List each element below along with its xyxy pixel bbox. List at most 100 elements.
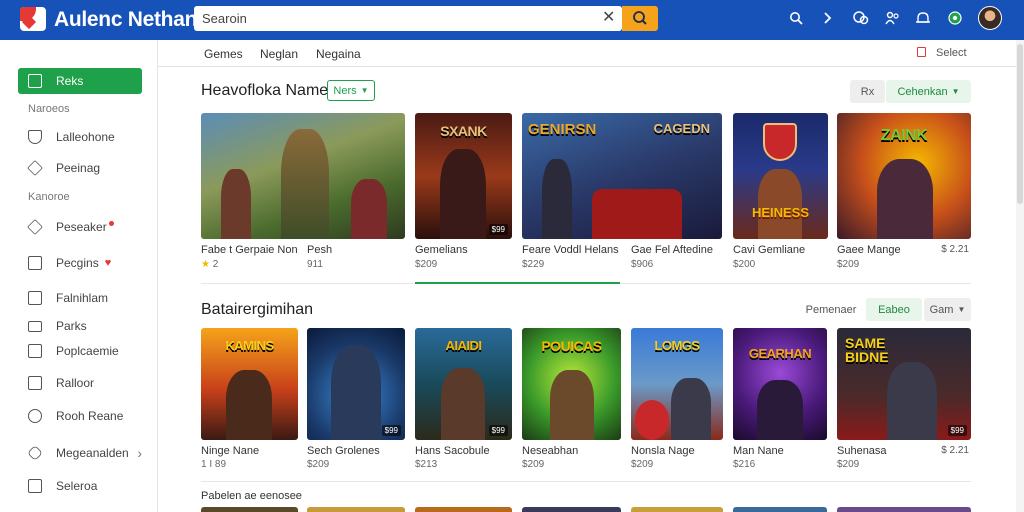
square-icon (28, 479, 42, 493)
game-price: $216 (733, 459, 756, 470)
game-card[interactable]: POUICAS Neseabhan $209 (522, 328, 621, 473)
game-cover-image[interactable]: $99 (307, 328, 405, 440)
game-card[interactable]: GEARHAN Man Nane $216 (733, 328, 827, 473)
filter-button-active[interactable]: Eabeo (866, 298, 922, 321)
game-title[interactable]: Gaee Mange (837, 244, 901, 256)
app-logo[interactable] (20, 7, 46, 31)
game-title[interactable]: Nonsla Nage (631, 445, 695, 457)
game-cover-image[interactable]: KAMINS (201, 328, 298, 440)
game-title[interactable]: Cavi Gemliane (733, 244, 805, 256)
game-title[interactable]: Sech Grolenes (307, 445, 380, 457)
search-button[interactable] (622, 6, 658, 31)
sort-label[interactable]: Pemenaer (800, 298, 862, 321)
sidebar-item-parks[interactable]: Parks (18, 313, 87, 339)
search-icon[interactable] (789, 11, 803, 25)
game-card[interactable]: AIAIDI $99 Hans Sacobule $213 (415, 328, 512, 473)
close-icon[interactable]: ✕ (602, 8, 615, 28)
game-card[interactable]: SXANK $99 Gemelians $209 (415, 113, 512, 273)
category-label: Cehenkan (897, 85, 948, 98)
sidebar-item-label: Peeinag (56, 161, 101, 175)
game-cover-image[interactable]: LOMGS (631, 328, 723, 440)
select-link[interactable]: Select (936, 47, 967, 59)
chevron-right-icon[interactable] (822, 11, 834, 25)
game-title[interactable]: Pesh (307, 244, 332, 256)
sidebar-item-label: Poplcaemie (56, 344, 119, 358)
game-cover-image[interactable]: ZAINK (837, 113, 971, 239)
game-card[interactable]: Pesh 911 (307, 113, 407, 273)
sidebar-item-rooh-reane[interactable]: Rooh Reane (18, 403, 123, 429)
game-cover-image[interactable]: AIAIDI $99 (415, 328, 512, 440)
game-cover-image[interactable] (201, 507, 298, 512)
game-price: $209 (631, 459, 654, 470)
game-cover-image[interactable]: SXANK $99 (415, 113, 512, 239)
filter-dropdown[interactable]: Gam ▼ (924, 298, 971, 321)
people-icon[interactable] (885, 11, 901, 25)
game-title[interactable]: Feare Voddl Helans (522, 244, 619, 256)
search-input[interactable] (202, 9, 592, 28)
box-icon (28, 376, 42, 390)
sidebar-item-ralloor[interactable]: Ralloor (18, 370, 94, 396)
tab-neglan[interactable]: Neglan (260, 47, 298, 61)
section-title: Batairergimihan (201, 301, 314, 318)
search-icon (633, 11, 647, 25)
game-cover-image[interactable] (307, 507, 405, 512)
game-cover-image[interactable]: POUICAS (522, 328, 621, 440)
pencil-icon (27, 160, 43, 176)
game-price: $209 (522, 459, 545, 470)
sidebar-item-peeinag[interactable]: Peeinag (18, 155, 100, 181)
link-icon (27, 445, 43, 461)
game-card[interactable]: ZAINK Gaee Mange $ 2.21 $209 (837, 113, 971, 273)
carousel-indicator (415, 282, 620, 284)
tab-negaina[interactable]: Negaina (316, 47, 361, 61)
app-title[interactable]: Aulenc Nethan (54, 8, 197, 32)
avatar[interactable] (978, 6, 1002, 30)
sidebar-item-label: Rooh Reane (56, 409, 124, 423)
view-toggle-button[interactable]: Rx (850, 80, 885, 103)
game-card[interactable]: LOMGS Nonsla Nage $209 (631, 328, 723, 473)
game-title[interactable]: Neseabhan (522, 445, 578, 457)
game-cover-image[interactable] (733, 507, 827, 512)
game-card[interactable]: HEINESS Cavi Gemliane $200 (733, 113, 828, 273)
game-price: 1 I 89 (201, 459, 227, 470)
game-title[interactable]: Gemelians (415, 244, 468, 256)
sidebar-item-megeanalden[interactable]: Megeanalden › (18, 440, 142, 466)
game-cover-image[interactable]: SAME BIDNE $99 (837, 328, 971, 440)
game-card[interactable]: $99 Sech Grolenes $209 (307, 328, 405, 473)
sidebar-item-falnihlam[interactable]: Falnihlam (18, 285, 108, 311)
section-title: Pabelen ae eenosee (201, 490, 302, 502)
scrollbar-thumb[interactable] (1017, 44, 1023, 204)
bell-icon[interactable] (915, 11, 931, 25)
sidebar-item-pecgins[interactable]: Pecgins ♥ (18, 250, 111, 276)
game-title[interactable]: Suhenasa (837, 445, 887, 457)
globe-icon[interactable] (947, 11, 963, 25)
game-cover-image[interactable] (837, 507, 971, 512)
game-card[interactable]: Gae Fel Aftedine $906 (631, 113, 731, 273)
sidebar-item-reks[interactable]: Reks (18, 68, 142, 94)
game-title[interactable]: Ninge Nane (201, 445, 259, 457)
game-title[interactable]: Hans Sacobule (415, 445, 490, 457)
game-card[interactable]: KAMINS Ninge Nane 1 I 89 (201, 328, 298, 473)
game-title[interactable]: Man Nane (733, 445, 784, 457)
game-title[interactable]: Fabe t Gerpaie Non (201, 244, 298, 256)
game-price: $906 (631, 259, 654, 270)
tab-gemes[interactable]: Gemes (204, 47, 243, 61)
tag-icon (27, 219, 43, 235)
game-title[interactable]: Gae Fel Aftedine (631, 244, 713, 256)
sidebar-item-label: Ralloor (56, 376, 95, 390)
controller-icon[interactable] (853, 11, 869, 25)
sidebar-section-label: Kanoroe (28, 191, 70, 203)
doc-icon (28, 344, 42, 358)
category-dropdown[interactable]: Cehenkan ▼ (886, 80, 971, 103)
sidebar-item-label: Pecgins (56, 256, 99, 270)
game-cover-image[interactable] (415, 507, 512, 512)
game-card[interactable]: SAME BIDNE $99 Suhenasa $ 2.21 $209 (837, 328, 971, 473)
game-cover-image[interactable]: HEINESS (733, 113, 828, 239)
filter-dropdown[interactable]: Ners ▼ (327, 80, 375, 101)
sidebar-item-peseaker[interactable]: Peseaker (18, 214, 114, 240)
sidebar-item-lalleohone[interactable]: Lalleohone (18, 124, 115, 150)
game-cover-image[interactable] (631, 507, 723, 512)
sidebar-item-poplcaemie[interactable]: Poplcaemie (18, 338, 119, 364)
game-cover-image[interactable] (522, 507, 621, 512)
sidebar-item-seleroa[interactable]: Seleroa (18, 473, 97, 499)
game-cover-image[interactable]: GEARHAN (733, 328, 827, 440)
